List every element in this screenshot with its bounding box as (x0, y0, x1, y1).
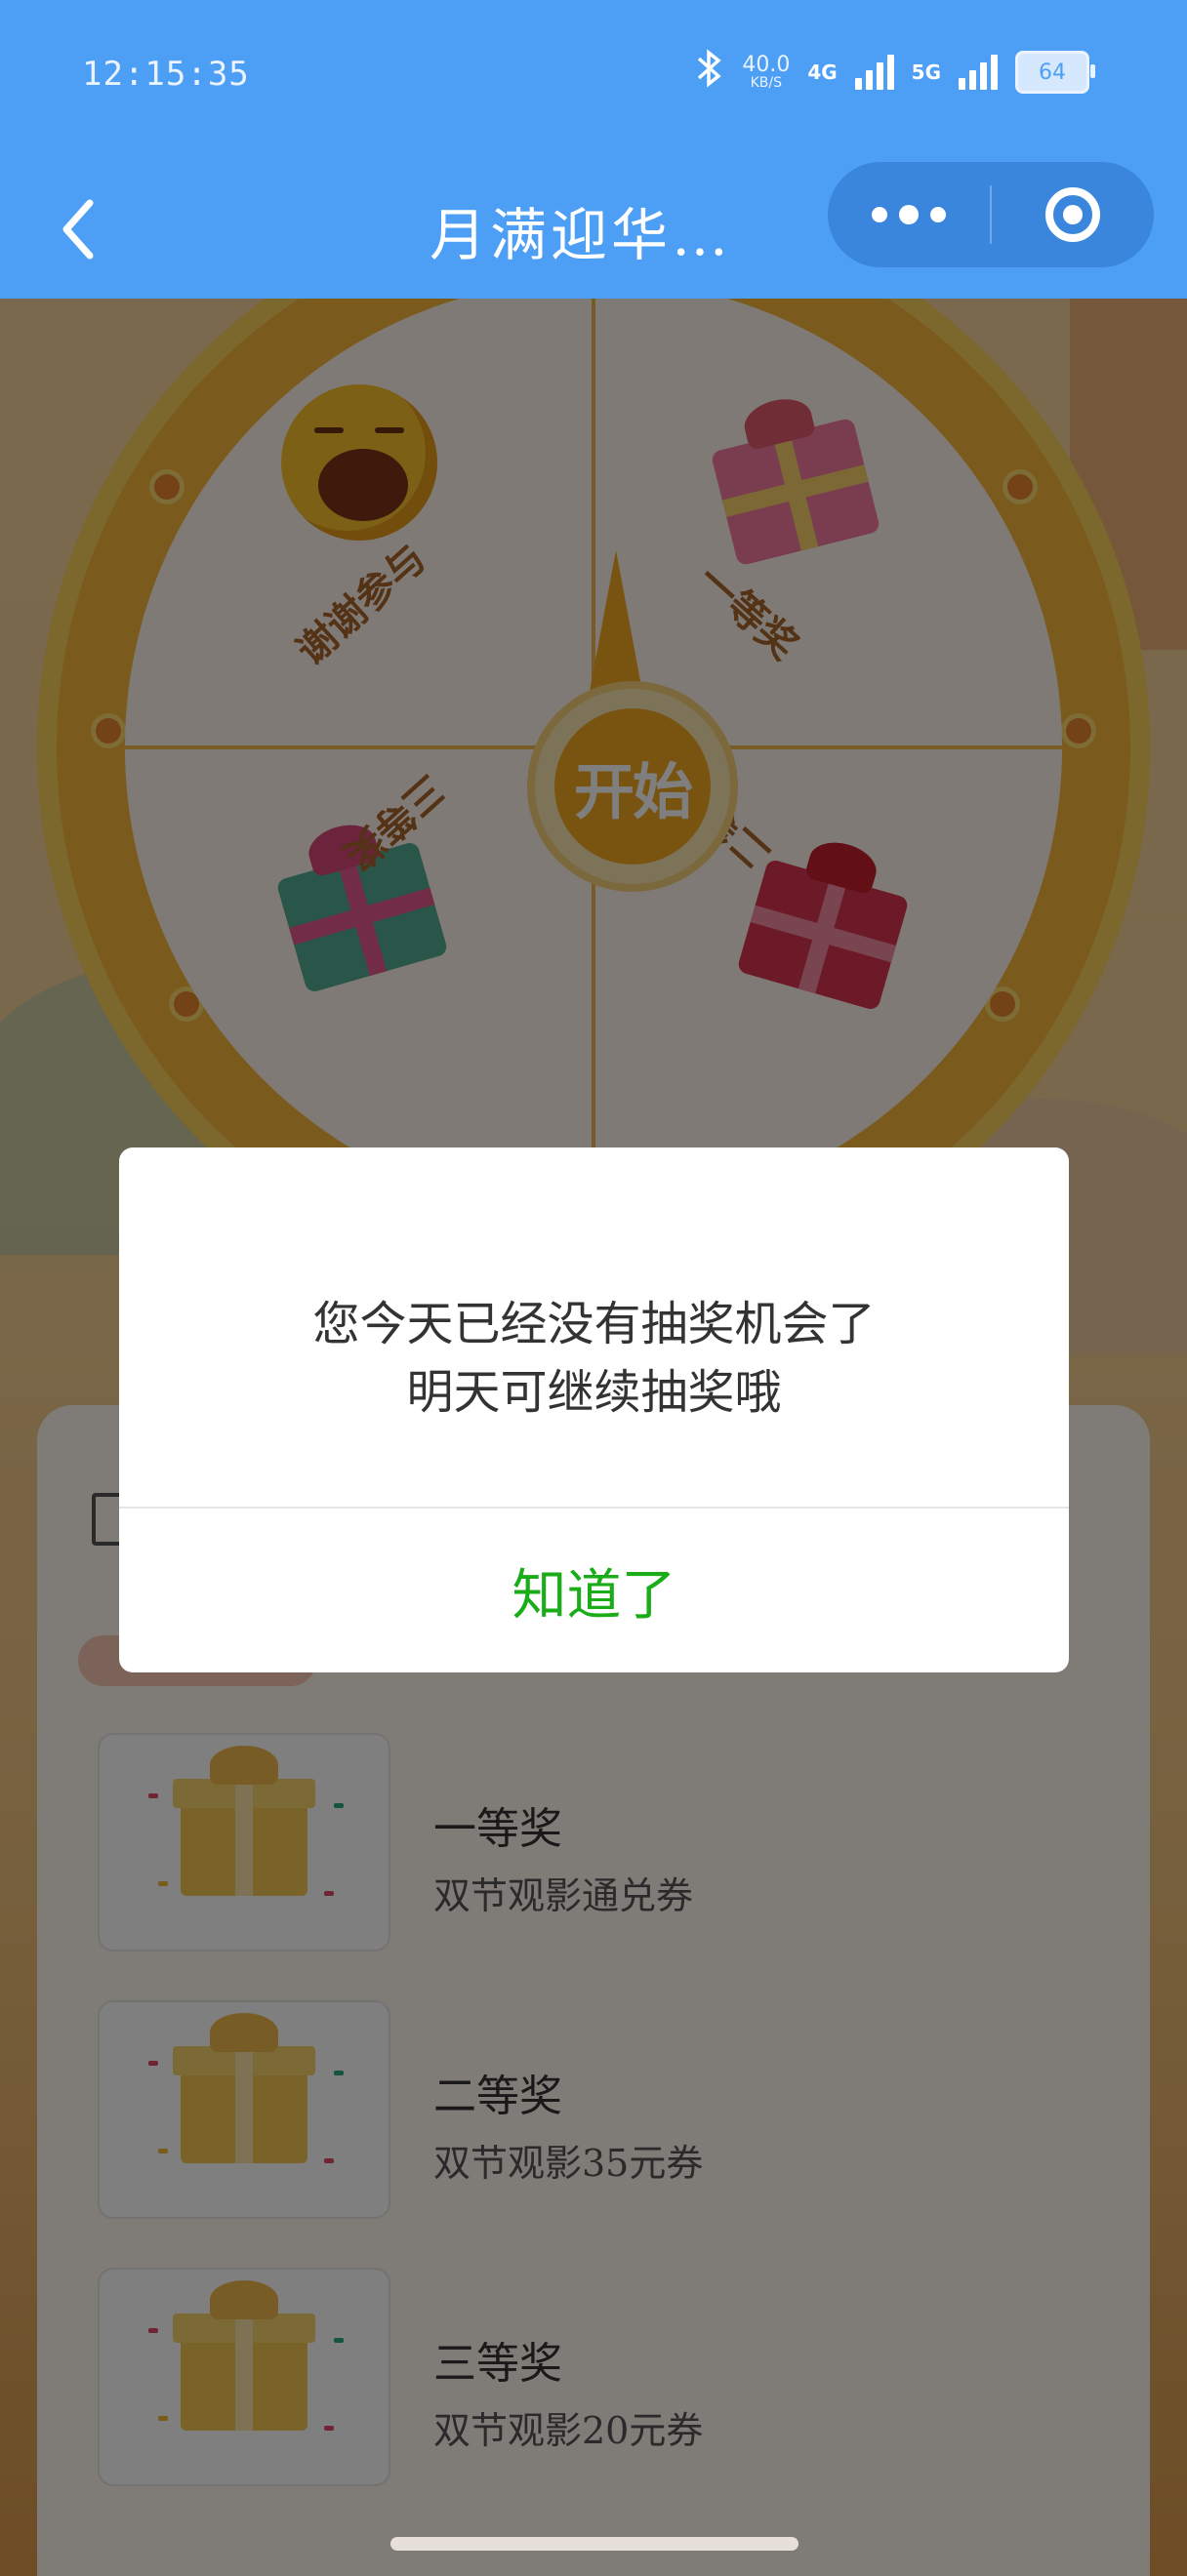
net-speed-unit: KB/S (750, 75, 783, 91)
net-speed-value: 40.0 (742, 53, 791, 77)
status-time: 12:15:35 (82, 55, 250, 94)
signal-5g-icon (959, 55, 998, 90)
target-circle-icon[interactable] (992, 162, 1154, 267)
status-bar: 12:15:35 40.0 KB/S 4G 5G 64 (0, 0, 1187, 156)
dialog-line-2: 明天可继续抽奖哦 (406, 1365, 782, 1420)
home-indicator[interactable] (390, 2537, 798, 2551)
net-speed: 40.0 KB/S (742, 53, 791, 91)
no-chance-dialog: 您今天已经没有抽奖机会了 明天可继续抽奖哦 知道了 (119, 1147, 1069, 1672)
status-icons: 40.0 KB/S 4G 5G 64 (695, 49, 1095, 96)
page-title: 月满迎华… (430, 202, 733, 268)
dialog-line-1: 您今天已经没有抽奖机会了 (312, 1297, 876, 1351)
more-dots-icon[interactable] (828, 162, 990, 267)
signal-4g-icon (854, 55, 894, 90)
battery-level: 64 (1039, 60, 1066, 85)
chevron-left-icon[interactable] (51, 185, 109, 273)
network-4g-label: 4G (807, 60, 838, 84)
confirm-button[interactable]: 知道了 (119, 1509, 1069, 1672)
mini-program-capsule (828, 162, 1154, 267)
nav-bar: 月满迎华… (0, 156, 1187, 299)
dialog-message: 您今天已经没有抽奖机会了 明天可继续抽奖哦 (119, 1290, 1069, 1427)
network-5g-label: 5G (911, 60, 941, 84)
battery-icon: 64 (1015, 51, 1095, 94)
bluetooth-icon (695, 49, 724, 96)
